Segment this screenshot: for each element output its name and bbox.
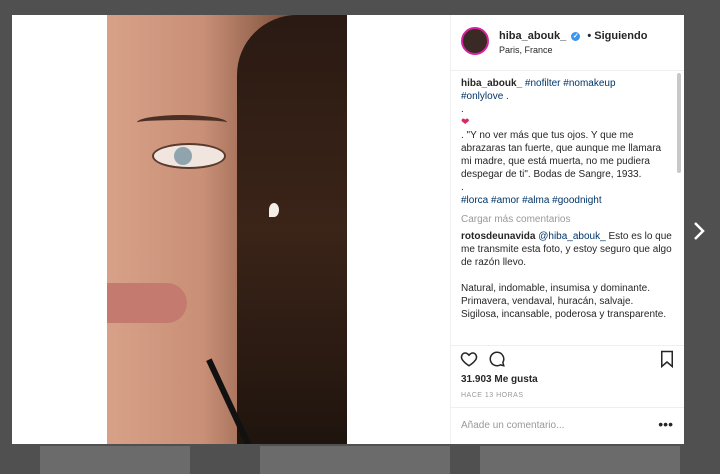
comment-icon[interactable] bbox=[487, 350, 507, 370]
background-thumbnail bbox=[40, 446, 190, 474]
caption-tags[interactable]: #lorca #amor #alma #goodnight bbox=[461, 195, 602, 206]
photo-earring bbox=[269, 203, 279, 217]
caption-dot: . bbox=[461, 104, 464, 115]
verified-badge-icon: ✓ bbox=[571, 31, 581, 41]
photo-iris bbox=[174, 147, 192, 165]
comment: rotosdeunavida @hiba_abouk_ Esto es lo q… bbox=[461, 230, 673, 321]
load-more-comments-button[interactable]: Cargar más comentarios bbox=[461, 213, 673, 226]
post-photo[interactable] bbox=[107, 15, 347, 444]
follow-status-button[interactable]: • Siguiendo bbox=[587, 30, 647, 42]
photo-eyebrow bbox=[137, 115, 227, 130]
comment-mention[interactable]: @hiba_abouk_ bbox=[538, 231, 605, 242]
caption: hiba_abouk_ #nofilter #nomakeup #onlylov… bbox=[461, 77, 673, 207]
caption-quote: . "Y no ver más que tus ojos. Y que me a… bbox=[461, 130, 662, 180]
post-header-user: hiba_abouk_ ✓ • Siguiendo bbox=[499, 30, 647, 42]
comment-text: Sigilosa, incansable, poderosa y transpa… bbox=[461, 309, 667, 320]
likes-count[interactable]: 31.903 Me gusta bbox=[461, 374, 538, 385]
caption-tags[interactable]: #onlylove . bbox=[461, 91, 509, 102]
bookmark-icon[interactable] bbox=[657, 350, 677, 370]
heart-icon[interactable] bbox=[459, 350, 479, 370]
caption-tags[interactable]: #nofilter #nomakeup bbox=[525, 78, 616, 89]
comments-scrollbar[interactable] bbox=[677, 73, 681, 173]
location-link[interactable]: Paris, France bbox=[499, 45, 553, 55]
background-thumbnail bbox=[480, 446, 680, 474]
comment-text: Primavera, vendaval, huracán, salvaje. bbox=[461, 296, 634, 307]
more-options-icon[interactable]: ••• bbox=[658, 416, 673, 432]
photo-area bbox=[12, 15, 450, 444]
post-timestamp: HACE 13 HORAS bbox=[461, 392, 524, 399]
chevron-right-icon[interactable] bbox=[692, 220, 706, 248]
comment-username[interactable]: rotosdeunavida bbox=[461, 231, 535, 242]
add-comment-section: Añade un comentario... ••• bbox=[451, 407, 684, 444]
photo-lips bbox=[107, 283, 187, 323]
comments-list: hiba_abouk_ #nofilter #nomakeup #onlylov… bbox=[461, 77, 673, 343]
username-link[interactable]: hiba_abouk_ bbox=[499, 30, 566, 42]
photo-eye bbox=[152, 143, 226, 169]
caption-dot: . bbox=[461, 182, 464, 193]
heart-emoji: ❤ bbox=[461, 117, 470, 128]
avatar[interactable] bbox=[461, 27, 489, 55]
photo-hair bbox=[237, 15, 347, 444]
background-thumbnail bbox=[260, 446, 450, 474]
post-sidebar: hiba_abouk_ ✓ • Siguiendo Paris, France … bbox=[450, 15, 684, 444]
comment-text: Natural, indomable, insumisa y dominante… bbox=[461, 283, 650, 294]
caption-username[interactable]: hiba_abouk_ bbox=[461, 78, 522, 89]
add-comment-input[interactable]: Añade un comentario... bbox=[461, 420, 564, 431]
post-actions: 31.903 Me gusta HACE 13 HORAS bbox=[451, 345, 684, 406]
post-modal: hiba_abouk_ ✓ • Siguiendo Paris, France … bbox=[12, 15, 684, 444]
post-header: hiba_abouk_ ✓ • Siguiendo Paris, France bbox=[451, 15, 684, 71]
